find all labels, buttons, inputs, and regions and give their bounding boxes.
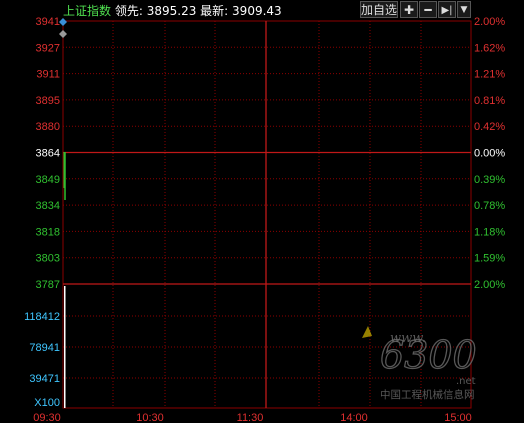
price-tick-label: 3849 — [36, 174, 60, 186]
site-watermark: www. 6300 .net 中国工程机械信息网 — [352, 320, 502, 401]
time-tick-label: 14:00 — [340, 412, 368, 423]
percent-tick-label: 0.00% — [474, 148, 505, 160]
watermark-6300: 6300 — [380, 333, 477, 377]
price-tick-label: 3941 — [36, 16, 60, 28]
add-watchlist-label: 加自选 — [361, 3, 398, 17]
time-tick-label: 10:30 — [136, 412, 164, 423]
percent-tick-label: 1.62% — [474, 42, 505, 54]
percent-tick-label: 1.21% — [474, 69, 505, 81]
percent-tick-label: 2.00% — [474, 16, 505, 28]
menu-dropdown-button[interactable]: ▼ — [457, 1, 471, 18]
lead-label: 领先: — [114, 4, 143, 18]
plus-icon: ✚ — [403, 3, 415, 17]
zoom-out-button[interactable]: ━ — [419, 1, 437, 18]
percent-tick-label: 2.00% — [474, 279, 505, 291]
lead-value: 3895.23 — [146, 4, 197, 18]
price-tick-label: 3927 — [36, 42, 60, 54]
chart-header: 上证指数 领先: 3895.23 最新: 3909.43 — [63, 2, 282, 19]
percent-tick-label: 1.59% — [474, 253, 505, 265]
volume-tick-label: 39471 — [29, 373, 60, 385]
latest-value: 3909.43 — [232, 4, 282, 18]
watermark-logo-mark — [362, 326, 372, 338]
volume-bar — [64, 286, 66, 408]
intraday-chart-panel: 3941 3927 3911 3895 3880 3864 3849 3834 3818 3803… — [0, 0, 524, 423]
price-tick-label: 3834 — [36, 200, 60, 212]
jump-end-button[interactable]: ▶| — [438, 1, 456, 18]
percent-tick-label: 1.18% — [474, 226, 505, 238]
minus-icon: ━ — [424, 3, 432, 17]
percent-tick-label: 0.81% — [474, 95, 505, 107]
diamond-marker-gray — [59, 30, 67, 38]
price-tick-label: 3911 — [36, 69, 60, 81]
price-tick-label: 3880 — [36, 121, 60, 133]
percent-tick-label: 0.42% — [474, 121, 505, 133]
latest-label: 最新: — [200, 4, 229, 18]
price-tick-label: 3864 — [36, 148, 60, 160]
add-watchlist-button[interactable]: 加自选 — [360, 1, 398, 18]
diamond-marker-blue — [59, 18, 67, 26]
watermark-net: .net — [456, 376, 476, 387]
volume-tick-label: 118412 — [24, 311, 60, 323]
time-tick-label: 15:00 — [444, 412, 472, 423]
time-tick-label: 09:30 — [33, 412, 61, 423]
price-tick-label: 3803 — [36, 253, 60, 265]
time-tick-label: 11:30 — [237, 412, 264, 423]
chevron-down-icon: ▼ — [460, 5, 468, 15]
volume-tick-label: X100 — [34, 397, 60, 409]
volume-tick-label: 78941 — [29, 342, 60, 354]
price-tick-label: 3818 — [36, 226, 60, 238]
price-tick-label: 3895 — [36, 95, 60, 107]
zoom-in-button[interactable]: ✚ — [400, 1, 418, 18]
price-tick-label: 3787 — [36, 279, 60, 291]
skip-forward-icon: ▶| — [441, 5, 453, 16]
percent-tick-label: 0.39% — [474, 174, 505, 186]
percent-tick-label: 0.78% — [474, 200, 505, 212]
index-name: 上证指数 — [63, 4, 112, 18]
watermark-cn: 中国工程机械信息网 — [380, 388, 475, 400]
